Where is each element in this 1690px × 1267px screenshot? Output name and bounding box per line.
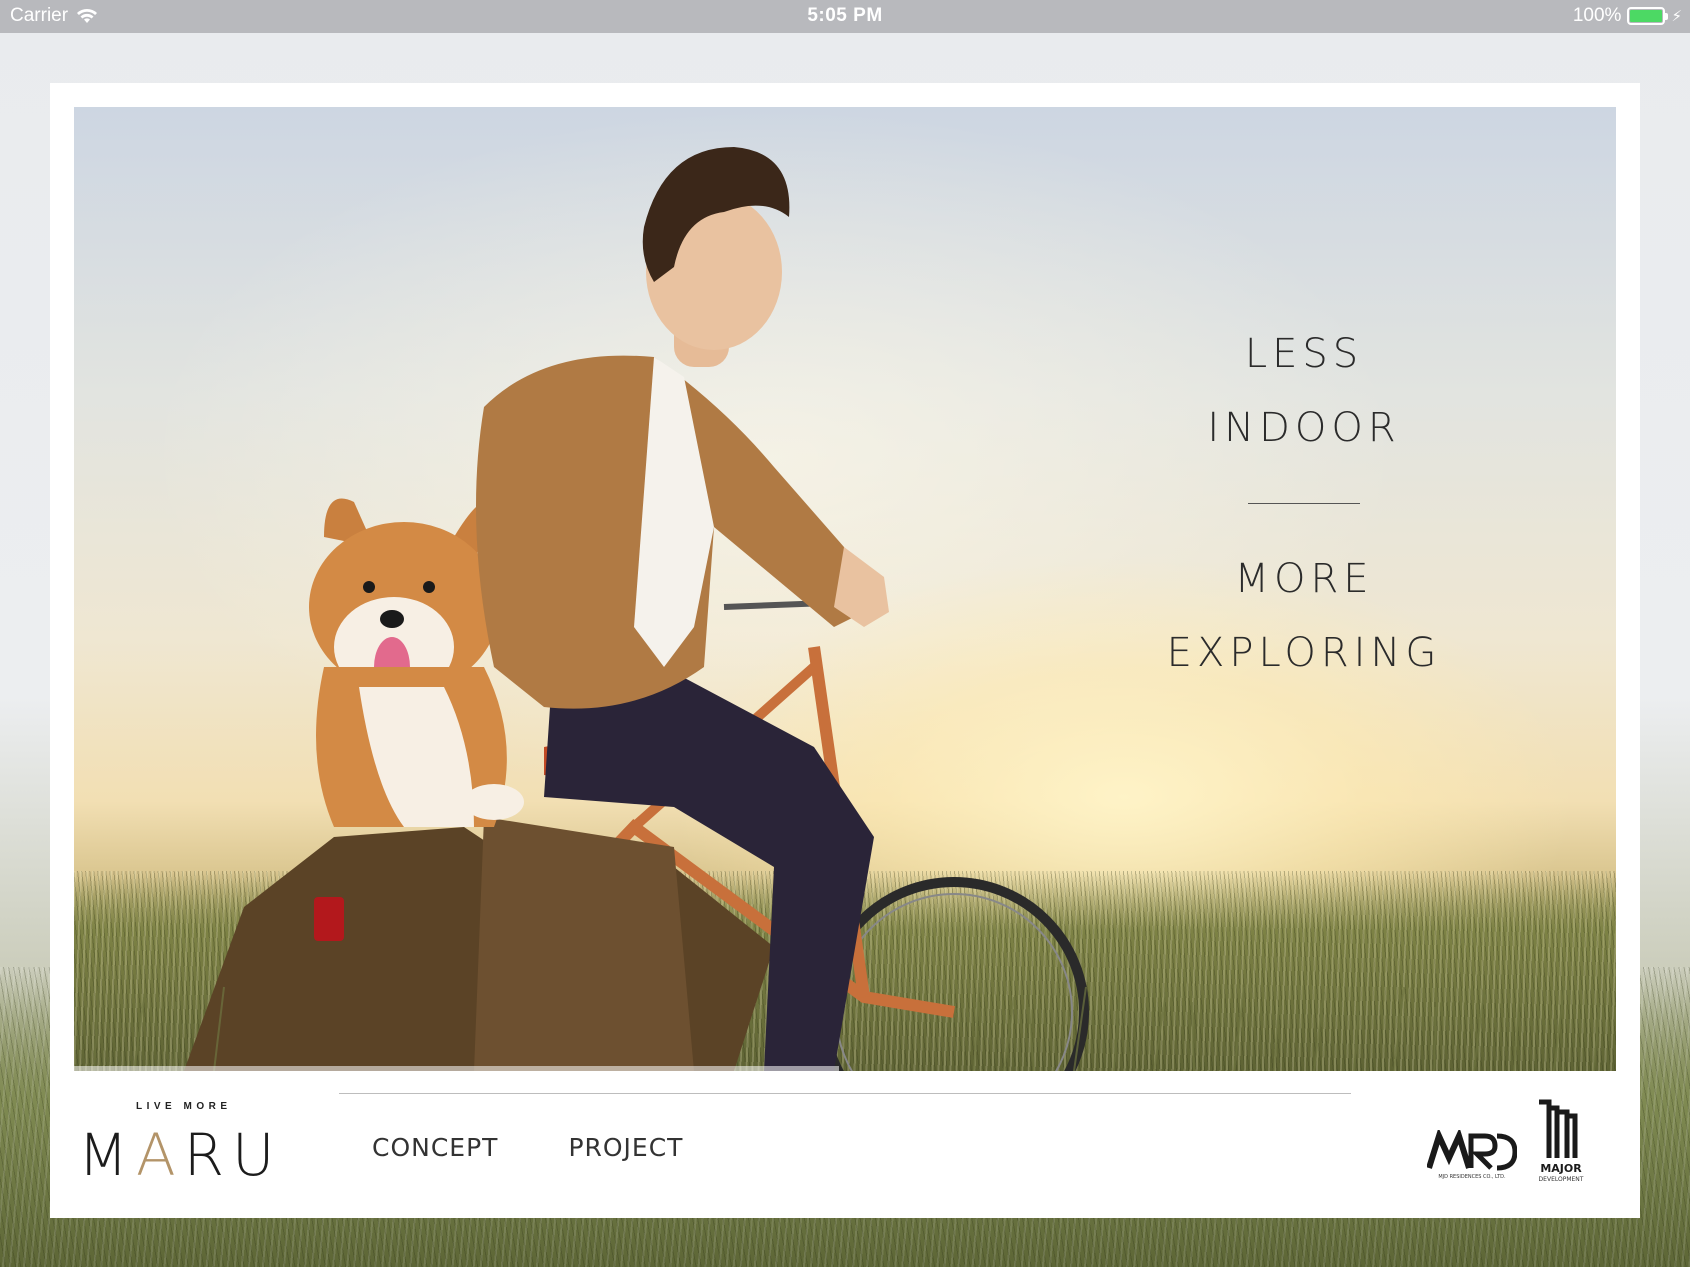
- hero-banner[interactable]: LESS INDOOR MORE EXPLORING: [74, 107, 1616, 1071]
- main-card: LESS INDOOR MORE EXPLORING LIVE MORE MAR…: [50, 83, 1640, 1218]
- brand-name-end: RU: [183, 1121, 283, 1189]
- brand-wordmark: MARU: [78, 1121, 283, 1189]
- brand-tagline: LIVE MORE: [136, 1101, 232, 1112]
- status-bar: Carrier 5:05 PM 100% ⚡: [0, 0, 1690, 33]
- mrd-subtext: MJD RESIDENCES CO., LTD.: [1438, 1174, 1506, 1180]
- charging-icon: ⚡: [1671, 8, 1682, 25]
- hero-tagline: LESS INDOOR MORE EXPLORING: [1149, 317, 1459, 690]
- battery-percent: 100%: [1572, 5, 1622, 26]
- mrd-logo[interactable]: MJD RESIDENCES CO., LTD.: [1427, 1130, 1517, 1180]
- tagline-line: EXPLORING: [1166, 630, 1442, 676]
- battery-icon: [1627, 7, 1669, 25]
- nav-concept[interactable]: CONCEPT: [372, 1133, 498, 1162]
- footer-nav: CONCEPT PROJECT: [372, 1133, 683, 1162]
- footer-divider: [339, 1093, 1351, 1094]
- nav-project[interactable]: PROJECT: [568, 1133, 683, 1162]
- tagline-line: MORE: [1234, 556, 1374, 602]
- brand-name-start: M: [78, 1121, 137, 1189]
- maru-logo[interactable]: LIVE MORE MARU: [78, 1095, 288, 1189]
- slideshow-progress: [74, 1066, 839, 1072]
- tagline-line: LESS: [1244, 331, 1364, 377]
- brand-name-accent: A: [136, 1121, 184, 1189]
- battery-fill: [1630, 10, 1663, 22]
- clock: 5:05 PM: [807, 5, 883, 26]
- tagline-divider: [1248, 503, 1360, 504]
- major-development-logo[interactable]: MAJOR DEVELOPMENT: [1533, 1098, 1589, 1188]
- major-subtext: DEVELOPMENT: [1539, 1176, 1584, 1183]
- major-logo-text: MAJOR: [1540, 1162, 1582, 1175]
- tagline-line: INDOOR: [1207, 405, 1401, 451]
